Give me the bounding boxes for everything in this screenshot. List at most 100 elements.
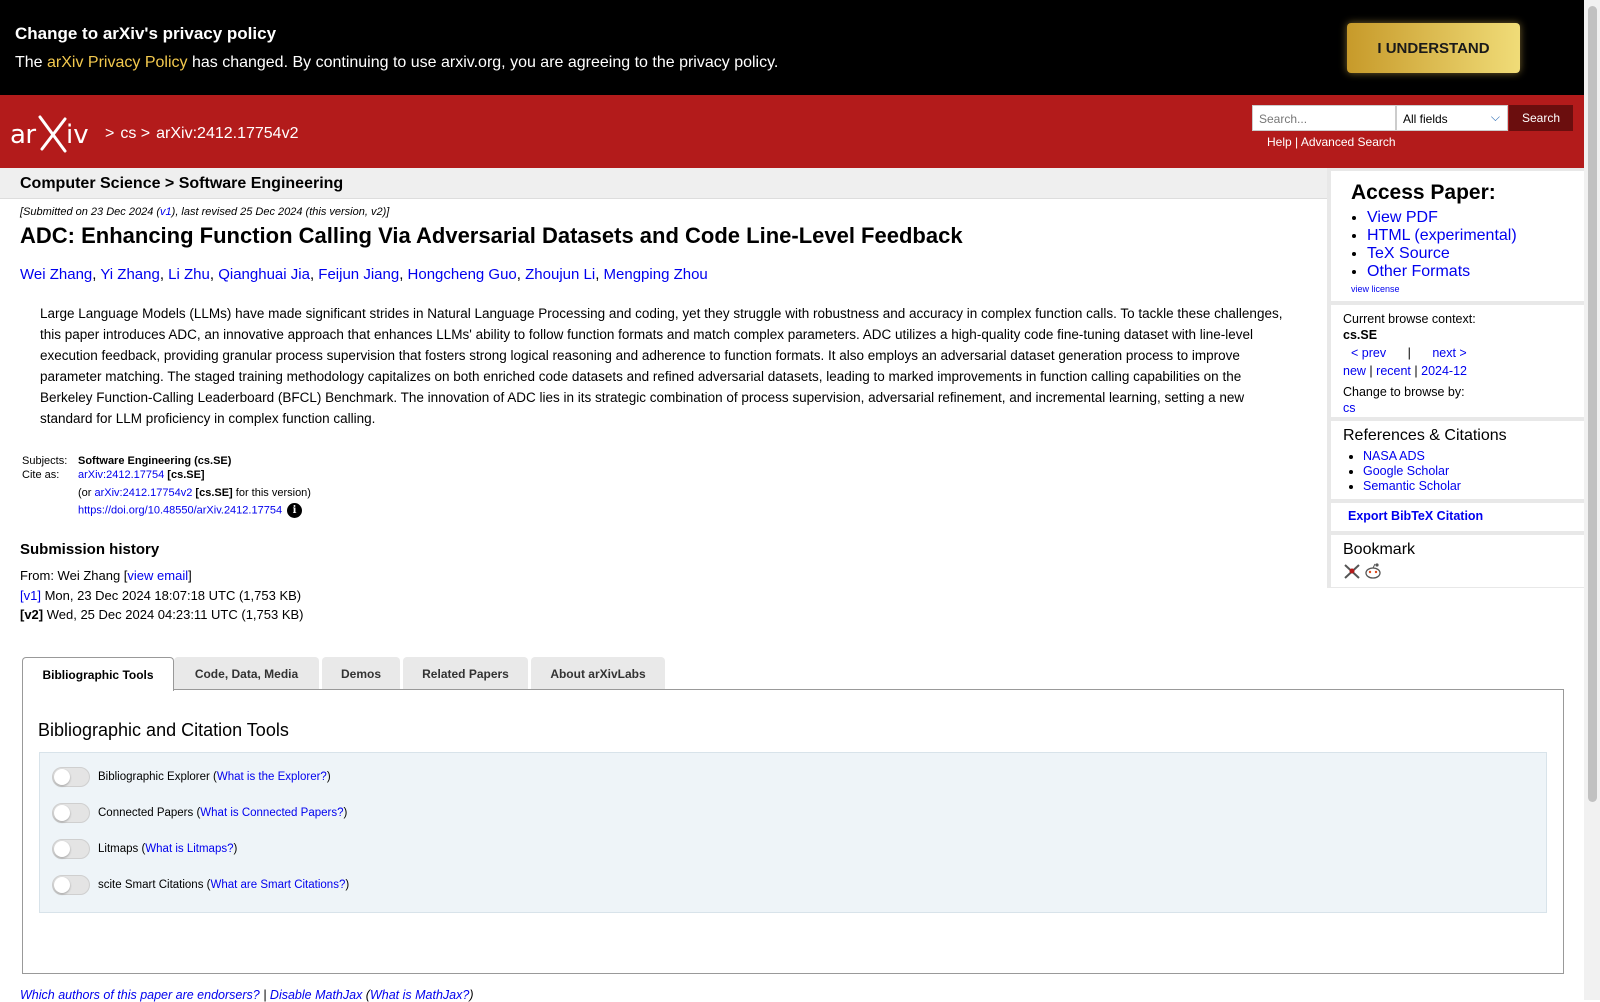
reddit-icon[interactable]: [1365, 563, 1381, 579]
toggle-label: Connected Papers (: [98, 807, 201, 819]
privacy-text-before: The: [15, 54, 48, 71]
history-v1: [v1] Mon, 23 Dec 2024 18:07:18 UTC (1,75…: [20, 586, 304, 606]
browse-context: Current browse context: cs.SE < prev | n…: [1331, 305, 1584, 422]
view-license-link[interactable]: view license: [1331, 284, 1584, 294]
bibliographic-explorer-toggle[interactable]: [52, 767, 90, 787]
abstract: Large Language Models (LLMs) have made s…: [40, 306, 1283, 426]
scrollbar-thumb[interactable]: [1588, 6, 1597, 802]
history-v2-label: [v2]: [20, 607, 44, 622]
tab-bibliographic-tools[interactable]: Bibliographic Tools: [22, 657, 174, 691]
toggle-knob: [54, 877, 70, 893]
history-v2: [v2] Wed, 25 Dec 2024 04:23:11 UTC (1,75…: [20, 605, 304, 625]
export-bibtex-link[interactable]: Export BibTeX Citation: [1348, 509, 1483, 523]
tab-about-arxivlabs[interactable]: About arXivLabs: [531, 657, 665, 690]
cite-id-link[interactable]: arXiv:2412.17754: [78, 469, 164, 481]
advanced-search-link[interactable]: Advanced Search: [1301, 135, 1396, 149]
history-v1-link[interactable]: [v1]: [20, 588, 41, 603]
breadcrumb-cs[interactable]: cs: [120, 125, 136, 142]
history-from-label: From: Wei Zhang [: [20, 568, 128, 583]
cite-or: (or: [78, 487, 95, 499]
dateline-pre: [Submitted on 23 Dec 2024 (: [20, 206, 161, 218]
logo-x-mark: [38, 115, 67, 153]
semantic-scholar-link[interactable]: Semantic Scholar: [1363, 479, 1461, 493]
view-pdf-link[interactable]: View PDF: [1367, 209, 1438, 226]
view-email-link[interactable]: view email: [127, 568, 188, 583]
scite-toggle[interactable]: [52, 875, 90, 895]
search-field-select[interactable]: All fields ⌵: [1396, 105, 1508, 131]
bookmark-box: Bookmark: [1331, 535, 1584, 587]
privacy-policy-link[interactable]: arXiv Privacy Policy: [47, 54, 187, 71]
page-scrollbar[interactable]: [1584, 0, 1600, 1000]
toggle-help-link[interactable]: What is Litmaps?: [145, 843, 233, 855]
author-link[interactable]: Zhoujun Li: [525, 266, 595, 283]
toggle-help-link[interactable]: What is Connected Papers?: [200, 807, 343, 819]
bibsonomy-icon[interactable]: [1344, 564, 1360, 579]
subjects-row: Subjects: Software Engineering (cs.SE): [20, 454, 313, 468]
browse-links: new | recent | 2024-12: [1343, 363, 1572, 379]
i-understand-button[interactable]: I UNDERSTAND: [1347, 23, 1520, 73]
nasa-ads-link[interactable]: NASA ADS: [1363, 449, 1425, 463]
author-link[interactable]: Li Zhu: [168, 266, 210, 283]
tab-related-papers[interactable]: Related Papers: [403, 657, 528, 690]
google-scholar-link[interactable]: Google Scholar: [1363, 464, 1449, 478]
tab-demos[interactable]: Demos: [322, 657, 400, 690]
month-link[interactable]: 2024-12: [1421, 364, 1467, 378]
author-link[interactable]: Feijun Jiang: [318, 266, 399, 283]
tab-panel: Bibliographic and Citation Tools Bibliog…: [22, 689, 1564, 974]
author-link[interactable]: Hongcheng Guo: [408, 266, 517, 283]
cite-v2-link[interactable]: arXiv:2412.17754v2: [95, 487, 193, 499]
author-link[interactable]: Mengping Zhou: [604, 266, 708, 283]
html-link[interactable]: HTML (experimental): [1367, 227, 1517, 244]
history-v2-text: Wed, 25 Dec 2024 04:23:11 UTC (1,753 KB): [43, 607, 304, 622]
author-link[interactable]: Yi Zhang: [100, 266, 159, 283]
prev-link[interactable]: < prev: [1351, 346, 1386, 360]
doi-link[interactable]: https://doi.org/10.48550/arXiv.2412.1775…: [78, 504, 282, 516]
arxiv-logo[interactable]: ar iv: [10, 113, 102, 153]
tab-code-data-media[interactable]: Code, Data, Media: [174, 657, 319, 690]
browse-cs-link[interactable]: cs: [1343, 401, 1356, 415]
access-item: TeX Source: [1367, 245, 1584, 263]
toggle-row-connected-papers: Connected Papers (What is Connected Pape…: [52, 803, 347, 823]
recent-link[interactable]: recent: [1376, 364, 1411, 378]
toggle-label: Litmaps (: [98, 843, 146, 855]
search-button[interactable]: Search: [1509, 105, 1573, 131]
submission-history: From: Wei Zhang [view email] [v1] Mon, 2…: [20, 566, 304, 625]
next-link[interactable]: next >: [1432, 346, 1466, 360]
logo-text-iv: iv: [66, 120, 89, 150]
search-input[interactable]: Search...: [1252, 105, 1396, 131]
toggle-label: Bibliographic Explorer (: [98, 771, 217, 783]
browse-sep: |: [1414, 364, 1418, 378]
toggle-help-link[interactable]: What is the Explorer?: [217, 771, 327, 783]
prev-next: < prev | next >: [1343, 345, 1572, 361]
cite-v2-tag: [cs.SE]: [195, 487, 233, 499]
toggle-close: ): [343, 807, 348, 819]
other-formats-link[interactable]: Other Formats: [1367, 263, 1470, 280]
access-item: View PDF: [1367, 209, 1584, 227]
author-link[interactable]: Wei Zhang: [20, 266, 92, 283]
history-from: From: Wei Zhang [view email]: [20, 566, 304, 586]
info-icon[interactable]: i: [287, 503, 303, 518]
privacy-text: The arXiv Privacy Policy has changed. By…: [15, 54, 778, 72]
tex-source-link[interactable]: TeX Source: [1367, 245, 1450, 262]
privacy-text-after: has changed. By continuing to use arxiv.…: [187, 54, 779, 71]
toggle-close: ): [233, 843, 238, 855]
export-box: Export BibTeX Citation: [1331, 503, 1584, 531]
references-box: References & Citations NASA ADS Google S…: [1331, 421, 1584, 499]
breadcrumb-paper-id: arXiv:2412.17754v2: [156, 125, 299, 142]
connected-papers-toggle[interactable]: [52, 803, 90, 823]
help-link[interactable]: Help: [1267, 135, 1292, 149]
cite-row: Cite as: arXiv:2412.17754 [cs.SE]: [20, 468, 313, 482]
author-link[interactable]: Qianghuai Jia: [218, 266, 310, 283]
toggle-knob: [54, 769, 70, 785]
toggle-help-link[interactable]: What are Smart Citations?: [210, 879, 345, 891]
litmaps-toggle[interactable]: [52, 839, 90, 859]
panel-title: Bibliographic and Citation Tools: [38, 720, 289, 740]
toggle-knob: [54, 805, 70, 821]
subjects-label: Subjects:: [22, 455, 68, 467]
breadcrumb-sep: >: [140, 125, 151, 142]
author-list: Wei Zhang, Yi Zhang, Li Zhu, Qianghuai J…: [20, 266, 708, 283]
references-title: References & Citations: [1343, 427, 1507, 444]
new-link[interactable]: new: [1343, 364, 1366, 378]
dateline-v1-link[interactable]: v1: [160, 206, 172, 218]
cite-label: Cite as:: [22, 469, 60, 481]
